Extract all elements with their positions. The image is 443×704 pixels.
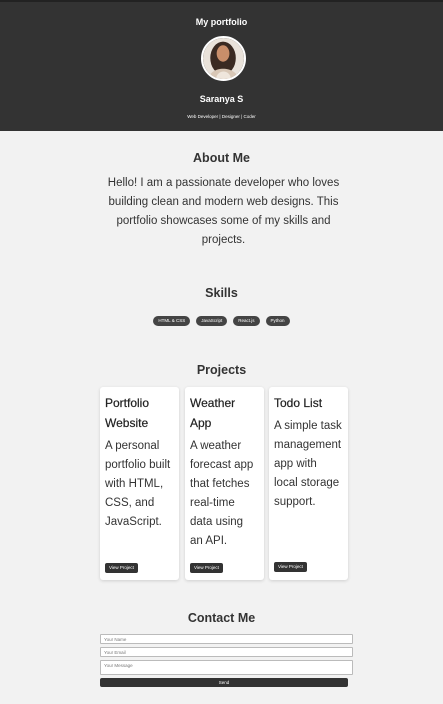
message-field[interactable]: Your Message	[100, 660, 353, 675]
project-description: A weather forecast app that fetches real…	[190, 440, 254, 547]
project-title: Todo List	[274, 396, 323, 410]
view-project-button[interactable]: View Project	[105, 563, 138, 573]
skill-badge: Python	[265, 316, 290, 326]
projects-title: Projects	[196, 363, 247, 377]
site-header: My portfolio Saranya S Web Developer | D…	[0, 0, 443, 131]
user-name: Saranya S	[199, 94, 244, 104]
contact-title: Contact Me	[187, 611, 256, 625]
skill-badge: HTML & CSS	[153, 316, 191, 326]
skill-badge: React.js	[233, 316, 260, 326]
project-title: Portfolio Website	[105, 396, 150, 430]
project-card: Todo List A simple task management app w…	[269, 387, 348, 580]
email-field[interactable]: Your Email	[100, 647, 353, 657]
skill-badge: JavaScript	[196, 316, 228, 326]
name-field[interactable]: Your Name	[100, 634, 353, 644]
project-title: Weather App	[190, 396, 236, 430]
avatar	[201, 36, 246, 81]
skills-list: HTML & CSS JavaScript React.js Python	[0, 316, 443, 326]
send-button[interactable]: Send	[100, 678, 348, 687]
site-title: My portfolio	[195, 17, 248, 27]
view-project-button[interactable]: View Project	[274, 562, 307, 572]
project-description: A personal portfolio built with HTML, CS…	[105, 440, 171, 528]
project-card: Weather App A weather forecast app that …	[185, 387, 264, 580]
skills-title: Skills	[205, 286, 238, 300]
view-project-button[interactable]: View Project	[190, 563, 223, 573]
project-description: A simple task management app with local …	[274, 420, 342, 508]
about-text: Hello! I am a passionate developer who l…	[107, 177, 340, 246]
about-title: About Me	[193, 151, 250, 165]
project-card: Portfolio Website A personal portfolio b…	[100, 387, 179, 580]
avatar-photo	[203, 38, 244, 79]
tagline: Web Developer | Designer | Coder	[187, 114, 256, 119]
